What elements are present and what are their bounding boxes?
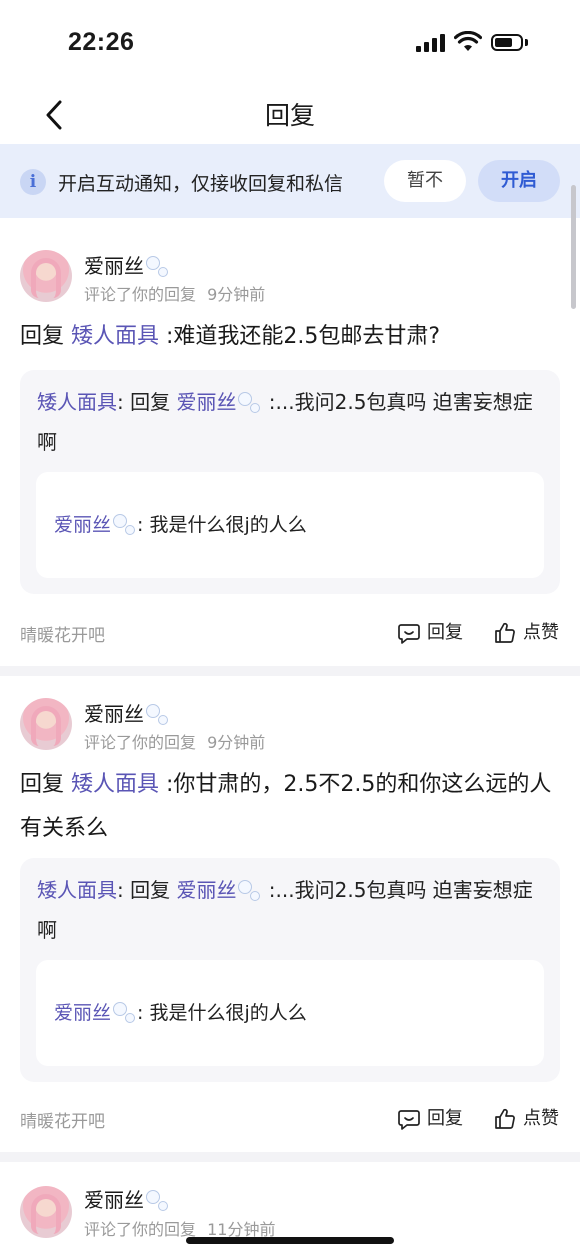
quote-user-link[interactable]: 矮人面具 xyxy=(37,878,117,902)
username: 爱丽丝 xyxy=(84,702,144,726)
original-text: 爱丽丝 : 我是什么很j的人么 xyxy=(54,998,307,1026)
notification-banner: i 开启互动通知，仅接收回复和私信 暂不 开启 xyxy=(0,144,580,218)
quote-text: 矮人面具: 回复 爱丽丝 :...我问2.5包真吗 迫害妄想症啊 xyxy=(37,870,547,950)
bubble-badge-icon xyxy=(113,1001,137,1026)
meta-row: 评论了你的回复 9分钟前 xyxy=(84,281,265,305)
battery-icon xyxy=(491,34,523,51)
username-row[interactable]: 爱丽丝 xyxy=(84,250,170,280)
cellular-signal-icon xyxy=(416,34,446,52)
action-text: 评论了你的回复 xyxy=(84,733,197,752)
quoted-comment[interactable]: 矮人面具: 回复 爱丽丝 :...我问2.5包真吗 迫害妄想症啊 爱丽丝 : 我是… xyxy=(20,858,560,1082)
reply-item[interactable]: 爱丽丝 评论了你的回复 9分钟前 回复 矮人面具 :你甘肃的，2.5不2.5的和… xyxy=(0,676,580,1154)
battery-cap xyxy=(525,39,528,46)
not-now-button[interactable]: 暂不 xyxy=(384,160,466,202)
reply-button-label: 回复 xyxy=(427,622,463,643)
quote-mid: : 回复 xyxy=(117,878,177,902)
bubble-badge-icon xyxy=(146,703,170,728)
quote-mention-link[interactable]: 爱丽丝 xyxy=(176,390,236,414)
info-icon: i xyxy=(20,169,46,195)
thumbs-up-icon xyxy=(495,1108,515,1129)
reply-button-label: 回复 xyxy=(427,1108,463,1129)
bubble-badge-icon xyxy=(238,391,262,416)
nav-bar: 回复 xyxy=(0,86,580,144)
meta-row: 评论了你的回复 9分钟前 xyxy=(84,729,265,753)
action-text: 评论了你的回复 xyxy=(84,285,197,304)
username-row[interactable]: 爱丽丝 xyxy=(84,698,170,728)
status-time: 22:26 xyxy=(68,28,135,56)
avatar[interactable] xyxy=(20,1186,72,1238)
original-user-link[interactable]: 爱丽丝 xyxy=(54,514,111,536)
original-body: : 我是什么很j的人么 xyxy=(137,514,307,536)
status-bar: 22:26 xyxy=(0,0,580,86)
like-button-label: 点赞 xyxy=(523,1108,559,1129)
enable-button[interactable]: 开启 xyxy=(478,160,560,202)
quote-user-link[interactable]: 矮人面具 xyxy=(37,390,117,414)
page-title: 回复 xyxy=(264,101,315,130)
thumbs-up-icon xyxy=(495,622,515,643)
like-button-label: 点赞 xyxy=(523,622,559,643)
comment-icon xyxy=(398,1110,420,1130)
reply-button[interactable]: 回复 xyxy=(397,618,463,645)
quote-mention-link[interactable]: 爱丽丝 xyxy=(176,878,236,902)
bubble-badge-icon xyxy=(146,1189,170,1214)
wifi-icon xyxy=(454,31,482,51)
quote-mid: : 回复 xyxy=(117,390,177,414)
source-forum[interactable]: 晴暖花开吧 xyxy=(20,621,105,646)
home-indicator[interactable] xyxy=(186,1237,394,1244)
reply-prefix: 回复 xyxy=(20,324,71,349)
original-comment[interactable]: 爱丽丝 : 我是什么很j的人么 xyxy=(36,472,544,578)
bubble-badge-icon xyxy=(146,255,170,280)
original-comment[interactable]: 爱丽丝 : 我是什么很j的人么 xyxy=(36,960,544,1066)
username: 爱丽丝 xyxy=(84,254,144,278)
divider xyxy=(0,1152,580,1162)
mention-link[interactable]: 矮人面具 xyxy=(71,324,159,349)
original-text: 爱丽丝 : 我是什么很j的人么 xyxy=(54,510,307,538)
source-forum[interactable]: 晴暖花开吧 xyxy=(20,1107,105,1132)
time-text: 9分钟前 xyxy=(207,285,266,304)
action-text: 评论了你的回复 xyxy=(84,1220,197,1239)
bubble-badge-icon xyxy=(238,879,262,904)
reply-body: :难道我还能2.5包邮去甘肃? xyxy=(159,324,441,349)
mention-link[interactable]: 矮人面具 xyxy=(71,772,159,797)
username-row[interactable]: 爱丽丝 xyxy=(84,1184,170,1214)
divider xyxy=(0,666,580,676)
reply-button[interactable]: 回复 xyxy=(397,1104,463,1131)
original-body: : 我是什么很j的人么 xyxy=(137,1002,307,1024)
banner-text: 开启互动通知，仅接收回复和私信 xyxy=(58,173,344,195)
reply-item[interactable]: 爱丽丝 评论了你的回复 9分钟前 回复 矮人面具 :难道我还能2.5包邮去甘肃?… xyxy=(0,218,580,668)
username: 爱丽丝 xyxy=(84,1188,144,1212)
bubble-badge-icon xyxy=(113,513,137,538)
time-text: 9分钟前 xyxy=(207,733,266,752)
like-button[interactable]: 点赞 xyxy=(493,1104,559,1131)
avatar[interactable] xyxy=(20,698,72,750)
avatar[interactable] xyxy=(20,250,72,302)
original-user-link[interactable]: 爱丽丝 xyxy=(54,1002,111,1024)
reply-content[interactable]: 回复 矮人面具 :难道我还能2.5包邮去甘肃? xyxy=(20,315,560,359)
like-button[interactable]: 点赞 xyxy=(493,618,559,645)
reply-content[interactable]: 回复 矮人面具 :你甘肃的，2.5不2.5的和你这么远的人有关系么 xyxy=(20,763,560,851)
quote-text: 矮人面具: 回复 爱丽丝 :...我问2.5包真吗 迫害妄想症啊 xyxy=(37,382,547,462)
reply-prefix: 回复 xyxy=(20,772,71,797)
comment-icon xyxy=(398,624,420,644)
quoted-comment[interactable]: 矮人面具: 回复 爱丽丝 :...我问2.5包真吗 迫害妄想症啊 爱丽丝 : 我是… xyxy=(20,370,560,594)
